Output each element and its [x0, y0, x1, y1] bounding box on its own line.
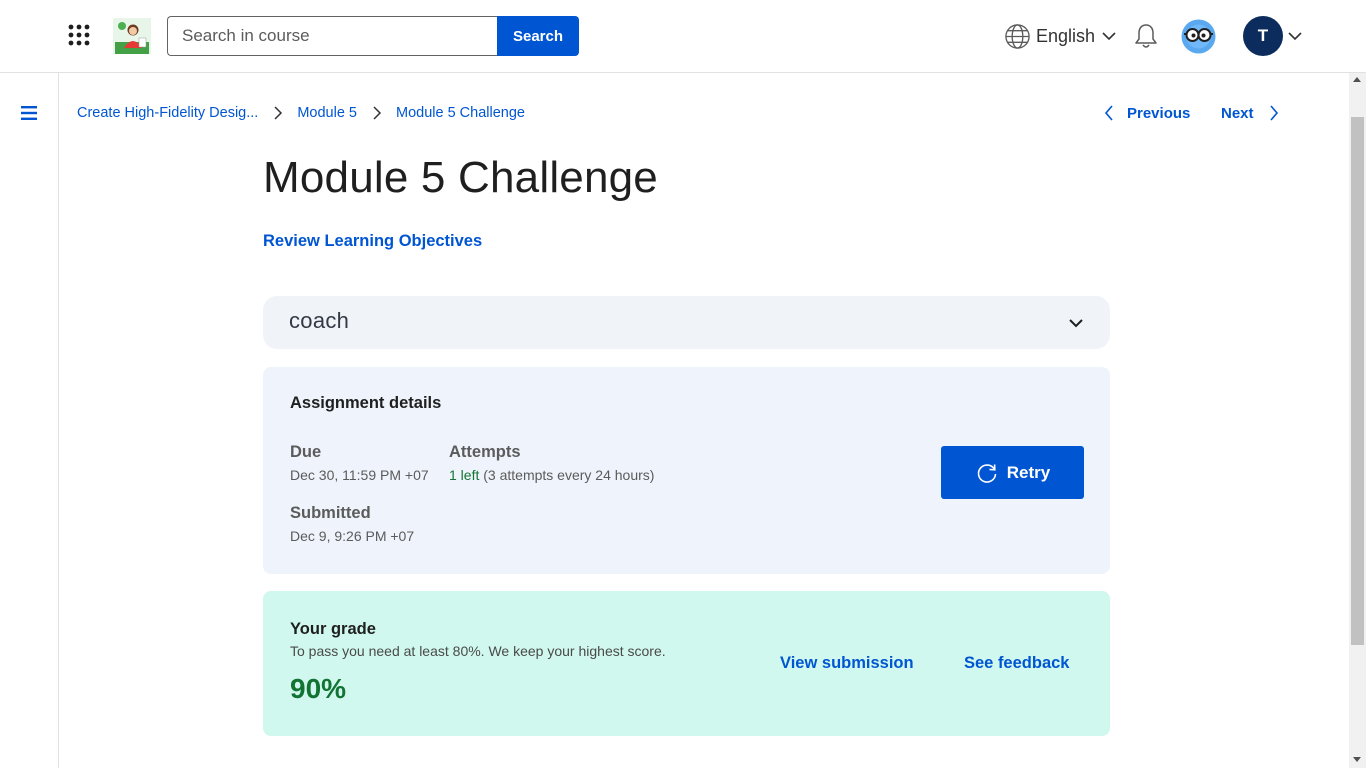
chevron-right-icon [371, 106, 383, 120]
language-label: English [1036, 25, 1096, 46]
scroll-up-arrow-icon[interactable] [1353, 77, 1361, 82]
breadcrumb-current[interactable]: Module 5 Challenge [396, 105, 525, 121]
grade-value: 90% [290, 673, 347, 704]
submitted-value: Dec 9, 9:26 PM +07 [290, 528, 415, 544]
assignment-details-card: Assignment details Due Dec 30, 11:59 PM … [263, 367, 1110, 574]
attempts-label: Attempts [449, 443, 521, 461]
chevron-right-icon [1269, 105, 1278, 121]
review-learning-objectives-link[interactable]: Review Learning Objectives [263, 232, 482, 251]
coach-avatar-icon[interactable] [1181, 19, 1216, 54]
next-button[interactable]: Next [1221, 101, 1280, 125]
scrollbar[interactable] [1349, 73, 1366, 768]
top-header: Search English [0, 0, 1366, 73]
coach-logo: coach [289, 308, 350, 333]
submitted-label: Submitted [290, 504, 371, 522]
previous-label: Previous [1127, 104, 1191, 122]
attempts-left: 1 left [449, 467, 480, 483]
breadcrumb-module[interactable]: Module 5 [297, 105, 357, 121]
grade-heading: Your grade [290, 620, 376, 638]
coach-panel-toggle[interactable]: coach [263, 296, 1110, 349]
scroll-down-arrow-icon[interactable] [1353, 757, 1361, 762]
breadcrumb: Create High-Fidelity Desig... Module 5 M… [77, 101, 525, 125]
apps-grid-icon[interactable] [66, 22, 92, 48]
next-label: Next [1221, 104, 1254, 122]
chevron-down-icon [1069, 319, 1083, 328]
left-rail [0, 73, 59, 768]
previous-button[interactable]: Previous [1103, 101, 1190, 125]
user-initial: T [1257, 26, 1269, 45]
language-selector[interactable]: English [1004, 22, 1117, 50]
grade-subtitle: To pass you need at least 80%. We keep y… [290, 643, 666, 659]
globe-icon [1005, 23, 1030, 49]
assignment-details-heading: Assignment details [290, 394, 442, 412]
due-label: Due [290, 443, 322, 461]
retry-label: Retry [1006, 462, 1051, 482]
page-title: Module 5 Challenge [263, 153, 658, 202]
attempts-value: 1 left (3 attempts every 24 hours) [449, 467, 654, 483]
retry-button[interactable]: Retry [941, 446, 1084, 499]
grade-card: Your grade To pass you need at least 80%… [263, 591, 1110, 736]
search-button[interactable]: Search [497, 16, 579, 56]
refresh-icon [977, 463, 997, 483]
chevron-down-icon [1102, 32, 1116, 41]
course-thumbnail[interactable] [113, 18, 151, 54]
chevron-left-icon [1104, 105, 1113, 121]
search-input[interactable] [167, 16, 498, 56]
chevron-down-icon[interactable] [1287, 28, 1303, 44]
scrollbar-thumb[interactable] [1351, 117, 1364, 645]
breadcrumb-course[interactable]: Create High-Fidelity Desig... [77, 105, 258, 121]
chevron-right-icon [272, 106, 284, 120]
attempts-note: (3 attempts every 24 hours) [483, 467, 655, 483]
due-value: Dec 30, 11:59 PM +07 [290, 467, 429, 483]
user-avatar[interactable]: T [1243, 16, 1283, 56]
view-submission-link[interactable]: View submission [780, 654, 914, 673]
bell-icon[interactable] [1133, 22, 1159, 50]
see-feedback-link[interactable]: See feedback [964, 654, 1069, 673]
hamburger-icon[interactable] [20, 105, 38, 121]
